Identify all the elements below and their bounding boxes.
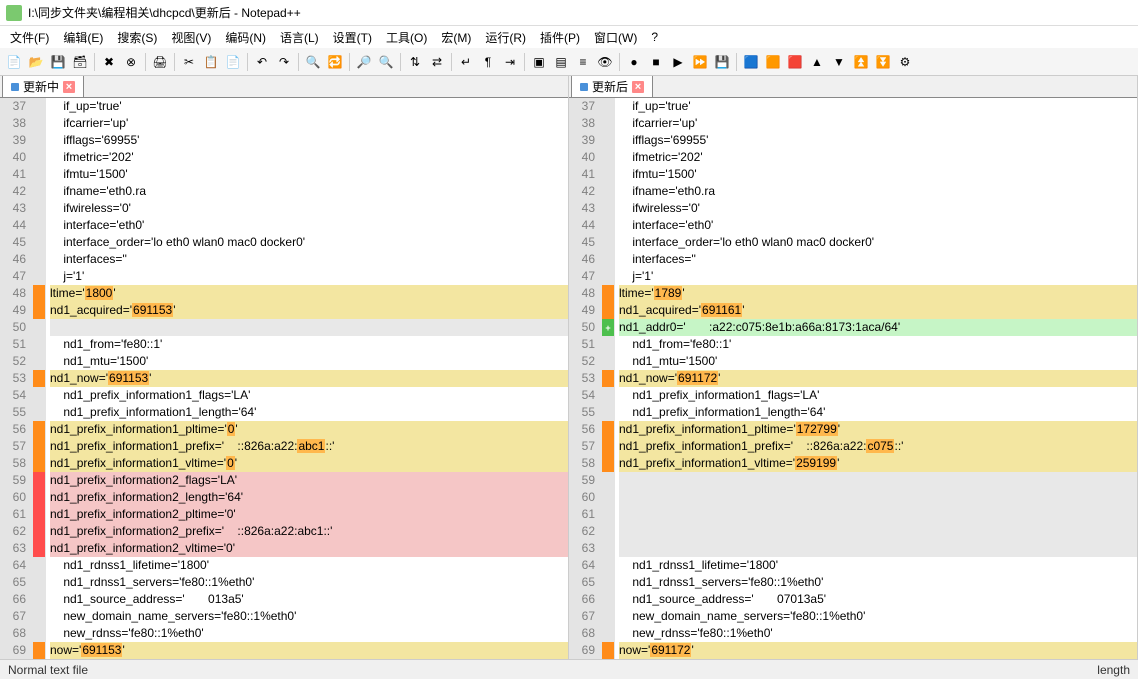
left-gutter: 3738394041424344454647484950515253545556… bbox=[0, 98, 32, 659]
right-code[interactable]: if_up='true' ifcarrier='up' ifflags='699… bbox=[615, 98, 1137, 659]
menu-item[interactable]: 编码(N) bbox=[219, 27, 272, 48]
status-left: Normal text file bbox=[8, 663, 88, 677]
save-all-icon[interactable]: 🗃 bbox=[70, 52, 90, 72]
undo-icon[interactable]: ↶ bbox=[252, 52, 272, 72]
find-icon[interactable]: 🔍 bbox=[303, 52, 323, 72]
right-gutter: 3738394041424344454647484950515253545556… bbox=[569, 98, 601, 659]
app-icon bbox=[6, 5, 22, 21]
cut-icon[interactable]: ✂ bbox=[179, 52, 199, 72]
save-icon[interactable]: 💾 bbox=[48, 52, 68, 72]
sync-v-icon[interactable]: ⇅ bbox=[405, 52, 425, 72]
copy-icon[interactable]: 📋 bbox=[201, 52, 221, 72]
status-bar: Normal text file length bbox=[0, 659, 1138, 679]
tab-right-label: 更新后 bbox=[592, 78, 628, 95]
func-list-icon[interactable]: ≡ bbox=[573, 52, 593, 72]
fast-icon[interactable]: ⏩ bbox=[690, 52, 710, 72]
tab-left[interactable]: 更新中 × bbox=[2, 76, 84, 97]
window-title: I:\同步文件夹\编程相关\dhcpcd\更新后 - Notepad++ bbox=[28, 4, 301, 21]
diff-opts-icon[interactable]: ⚙ bbox=[895, 52, 915, 72]
right-pane: 更新后 × 3738394041424344454647484950515253… bbox=[569, 76, 1138, 659]
save-macro-icon[interactable]: 💾 bbox=[712, 52, 732, 72]
menu-item[interactable]: 搜索(S) bbox=[111, 27, 163, 48]
zoom-in-icon[interactable]: 🔎 bbox=[354, 52, 374, 72]
tab-close-icon[interactable]: × bbox=[632, 81, 644, 93]
left-code[interactable]: if_up='true' ifcarrier='up' ifflags='699… bbox=[46, 98, 568, 659]
redo-icon[interactable]: ↷ bbox=[274, 52, 294, 72]
menu-bar: 文件(F)编辑(E)搜索(S)视图(V)编码(N)语言(L)设置(T)工具(O)… bbox=[0, 26, 1138, 48]
toolbar: 📄 📂 💾 🗃 ✖ ⊗ 🖨 ✂ 📋 📄 ↶ ↷ 🔍 🔁 🔎 🔍 ⇅ ⇄ ↵ ¶ … bbox=[0, 48, 1138, 76]
close-all-icon[interactable]: ⊗ bbox=[121, 52, 141, 72]
menu-item[interactable]: 窗口(W) bbox=[588, 27, 643, 48]
menu-item[interactable]: 语言(L) bbox=[274, 27, 325, 48]
menu-item[interactable]: ? bbox=[645, 28, 664, 46]
right-editor[interactable]: 3738394041424344454647484950515253545556… bbox=[569, 98, 1137, 659]
tab-close-icon[interactable]: × bbox=[63, 81, 75, 93]
menu-item[interactable]: 插件(P) bbox=[534, 27, 586, 48]
record-icon[interactable]: ● bbox=[624, 52, 644, 72]
menu-item[interactable]: 文件(F) bbox=[4, 27, 55, 48]
menu-item[interactable]: 工具(O) bbox=[380, 27, 433, 48]
nav-down-icon[interactable]: ▼ bbox=[829, 52, 849, 72]
first-diff-icon[interactable]: ⏫ bbox=[851, 52, 871, 72]
split-panes: 更新中 × 3738394041424344454647484950515253… bbox=[0, 76, 1138, 659]
wrap-icon[interactable]: ↵ bbox=[456, 52, 476, 72]
right-diff-marks: + bbox=[601, 98, 615, 659]
new-file-icon[interactable]: 📄 bbox=[4, 52, 24, 72]
replace-icon[interactable]: 🔁 bbox=[325, 52, 345, 72]
menu-item[interactable]: 运行(R) bbox=[479, 27, 532, 48]
left-diff-marks bbox=[32, 98, 46, 659]
stop-icon[interactable]: ■ bbox=[646, 52, 666, 72]
right-tabs: 更新后 × bbox=[569, 76, 1137, 98]
show-all-icon[interactable]: ¶ bbox=[478, 52, 498, 72]
file-icon bbox=[580, 83, 588, 91]
compare3-icon[interactable]: 🟥 bbox=[785, 52, 805, 72]
print-icon[interactable]: 🖨 bbox=[150, 52, 170, 72]
compare2-icon[interactable]: 🟧 bbox=[763, 52, 783, 72]
open-icon[interactable]: 📂 bbox=[26, 52, 46, 72]
left-pane: 更新中 × 3738394041424344454647484950515253… bbox=[0, 76, 569, 659]
status-right: length bbox=[1097, 663, 1130, 677]
sync-h-icon[interactable]: ⇄ bbox=[427, 52, 447, 72]
nav-up-icon[interactable]: ▲ bbox=[807, 52, 827, 72]
tab-right[interactable]: 更新后 × bbox=[571, 76, 653, 97]
fold-icon[interactable]: ▣ bbox=[529, 52, 549, 72]
left-editor[interactable]: 3738394041424344454647484950515253545556… bbox=[0, 98, 568, 659]
play-icon[interactable]: ▶ bbox=[668, 52, 688, 72]
monitor-icon[interactable]: 👁 bbox=[595, 52, 615, 72]
tab-left-label: 更新中 bbox=[23, 78, 59, 95]
close-icon[interactable]: ✖ bbox=[99, 52, 119, 72]
title-bar: I:\同步文件夹\编程相关\dhcpcd\更新后 - Notepad++ bbox=[0, 0, 1138, 26]
menu-item[interactable]: 编辑(E) bbox=[57, 27, 109, 48]
paste-icon[interactable]: 📄 bbox=[223, 52, 243, 72]
compare-icon[interactable]: 🟦 bbox=[741, 52, 761, 72]
menu-item[interactable]: 视图(V) bbox=[165, 27, 217, 48]
zoom-out-icon[interactable]: 🔍 bbox=[376, 52, 396, 72]
menu-item[interactable]: 设置(T) bbox=[327, 27, 378, 48]
doc-map-icon[interactable]: ▤ bbox=[551, 52, 571, 72]
left-tabs: 更新中 × bbox=[0, 76, 568, 98]
indent-icon[interactable]: ⇥ bbox=[500, 52, 520, 72]
last-diff-icon[interactable]: ⏬ bbox=[873, 52, 893, 72]
file-icon bbox=[11, 83, 19, 91]
menu-item[interactable]: 宏(M) bbox=[435, 27, 477, 48]
